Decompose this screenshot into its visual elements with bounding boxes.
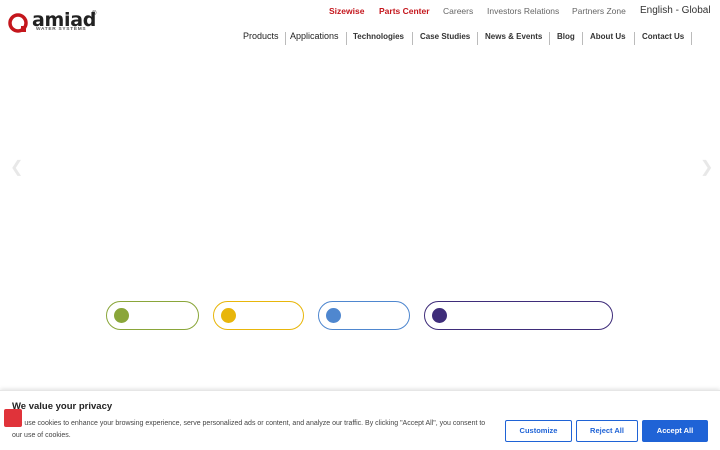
category-dot-icon bbox=[114, 308, 129, 323]
utility-nav: Sizewise Parts Center Careers Investors … bbox=[0, 5, 720, 18]
nav-products[interactable]: Products bbox=[243, 31, 279, 41]
category-pill[interactable] bbox=[318, 301, 410, 330]
category-pill[interactable] bbox=[424, 301, 613, 330]
chevron-left-icon[interactable]: ❮ bbox=[10, 160, 23, 176]
nav-about-us[interactable]: About Us bbox=[590, 32, 626, 41]
category-dot-icon bbox=[221, 308, 236, 323]
nav-divider bbox=[346, 32, 347, 45]
nav-case-studies[interactable]: Case Studies bbox=[420, 32, 470, 41]
careers-link[interactable]: Careers bbox=[443, 6, 473, 16]
investors-relations-link[interactable]: Investors Relations bbox=[487, 6, 559, 16]
nav-technologies[interactable]: Technologies bbox=[353, 32, 404, 41]
cookie-banner: We value your privacy We use cookies to … bbox=[0, 390, 720, 450]
cookie-text: We use cookies to enhance your browsing … bbox=[12, 420, 486, 439]
nav-divider bbox=[477, 32, 478, 45]
language-selector[interactable]: English - Global bbox=[640, 5, 711, 16]
sizewise-link[interactable]: Sizewise bbox=[329, 6, 364, 16]
nav-news-events[interactable]: News & Events bbox=[485, 32, 542, 41]
nav-divider bbox=[691, 32, 692, 45]
category-pill[interactable] bbox=[213, 301, 304, 330]
accept-all-button[interactable]: Accept All bbox=[642, 420, 708, 442]
category-dot-icon bbox=[326, 308, 341, 323]
nav-divider bbox=[549, 32, 550, 45]
reject-all-button[interactable]: Reject All bbox=[576, 420, 638, 442]
cookie-title: We value your privacy bbox=[12, 401, 113, 412]
nav-divider bbox=[634, 32, 635, 45]
nav-applications[interactable]: Applications bbox=[290, 31, 339, 41]
chevron-right-icon[interactable]: ❯ bbox=[700, 160, 713, 176]
nav-divider bbox=[285, 32, 286, 45]
chat-widget-icon[interactable] bbox=[4, 409, 22, 427]
category-dot-icon bbox=[432, 308, 447, 323]
main-nav: Products Applications Technologies Case … bbox=[0, 31, 720, 46]
nav-divider bbox=[582, 32, 583, 45]
customize-button[interactable]: Customize bbox=[505, 420, 572, 442]
nav-contact-us[interactable]: Contact Us bbox=[642, 32, 684, 41]
category-pill[interactable] bbox=[106, 301, 199, 330]
nav-divider bbox=[412, 32, 413, 45]
nav-blog[interactable]: Blog bbox=[557, 32, 575, 41]
parts-center-link[interactable]: Parts Center bbox=[379, 6, 430, 16]
partners-zone-link[interactable]: Partners Zone bbox=[572, 6, 626, 16]
